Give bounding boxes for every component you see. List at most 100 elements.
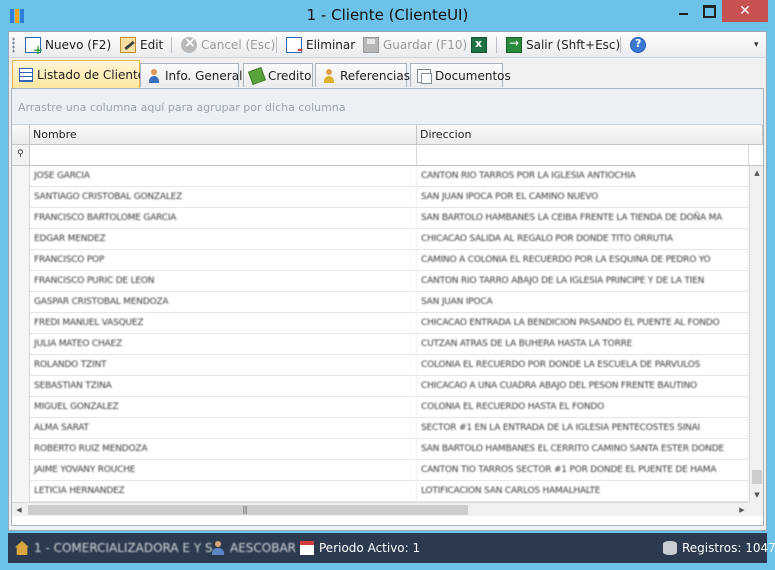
row-indicator[interactable] xyxy=(12,397,30,418)
help-button[interactable] xyxy=(630,35,650,55)
cell-direccion[interactable]: SAN BARTOLO HAMBANES LA CEIBA FRENTE LA … xyxy=(417,208,749,229)
cell-direccion[interactable]: CAMINO A COLONIA EL RECUERDO POR LA ESQU… xyxy=(417,250,749,271)
tab-credito[interactable]: Credito xyxy=(243,63,313,87)
table-row[interactable]: LETICIA HERNANDEZ LOTIFICACION SAN CARLOS… xyxy=(12,481,749,502)
row-indicator[interactable] xyxy=(12,334,30,355)
scroll-right-icon[interactable]: ▶ xyxy=(735,503,749,517)
cell-direccion[interactable]: CANTON RIO TARROS POR LA IGLESIA ANTIOCH… xyxy=(417,166,749,187)
tab-referencias[interactable]: Referencias xyxy=(315,63,410,87)
table-row[interactable]: JAIME YOVANY ROUCHE CANTON TIO TARROS SEC… xyxy=(12,460,749,481)
cell-direccion[interactable]: SAN JUAN IPOCA POR EL CAMINO NUEVO xyxy=(417,187,749,208)
column-header-direccion[interactable]: Direccion xyxy=(417,125,763,145)
row-indicator[interactable] xyxy=(12,208,30,229)
row-indicator[interactable] xyxy=(12,481,30,502)
toolbar-overflow-icon[interactable]: ▾ xyxy=(754,40,759,50)
row-indicator[interactable] xyxy=(12,187,30,208)
cell-direccion[interactable]: CHICACAO ENTRADA LA BENDICION PASANDO EL… xyxy=(417,313,749,334)
table-row[interactable]: EDGAR MENDEZ CHICACAO SALIDA AL REGALO PO… xyxy=(12,229,749,250)
cell-nombre[interactable]: ROLANDO TZINT xyxy=(30,355,417,376)
cell-direccion[interactable]: COLONIA EL RECUERDO POR DONDE LA ESCUELA… xyxy=(417,355,749,376)
cell-nombre[interactable]: JAIME YOVANY ROUCHE xyxy=(30,460,417,481)
auto-filter-row: ⚲ xyxy=(12,145,763,166)
table-row[interactable]: SANTIAGO CRISTOBAL GONZALEZ SAN JUAN IPOC… xyxy=(12,187,749,208)
row-indicator[interactable] xyxy=(12,376,30,397)
cell-nombre[interactable]: EDGAR MENDEZ xyxy=(30,229,417,250)
close-button[interactable]: ✕ xyxy=(722,0,768,22)
toolbar-grip[interactable] xyxy=(12,37,15,53)
row-indicator[interactable] xyxy=(12,166,30,187)
horizontal-scrollbar[interactable]: ◀ ||| ▶ xyxy=(12,502,749,516)
cell-nombre[interactable]: FREDI MANUEL VASQUEZ xyxy=(30,313,417,334)
row-indicator[interactable] xyxy=(12,418,30,439)
scroll-left-icon[interactable]: ◀ xyxy=(12,503,26,517)
vertical-scrollbar[interactable]: ▲ ▼ xyxy=(749,166,763,502)
horizontal-scroll-thumb[interactable] xyxy=(28,505,468,515)
row-indicator[interactable] xyxy=(12,292,30,313)
filter-input-direccion[interactable] xyxy=(417,145,749,165)
table-row[interactable]: ALMA SARAT SECTOR #1 EN LA ENTRADA DE LA … xyxy=(12,418,749,439)
cell-direccion[interactable]: CHICACAO SALIDA AL REGALO POR DONDE TITO… xyxy=(417,229,749,250)
table-row[interactable]: MIGUEL GONZALEZ COLONIA EL RECUERDO HASTA… xyxy=(12,397,749,418)
table-row[interactable]: FRANCISCO PURIC DE LEON CANTON RIO TARRO … xyxy=(12,271,749,292)
cell-nombre[interactable]: LETICIA HERNANDEZ xyxy=(30,481,417,502)
cell-direccion[interactable]: CHICACAO A UNA CUADRA ABAJO DEL PESON FR… xyxy=(417,376,749,397)
cell-nombre[interactable]: SEBASTIAN TZINA xyxy=(30,376,417,397)
cell-direccion[interactable]: SAN BARTOLO HAMBANES EL CERRITO CAMINO S… xyxy=(417,439,749,460)
cell-direccion[interactable]: SAN JUAN IPOCA xyxy=(417,292,749,313)
guardar-button[interactable]: Guardar (F10) xyxy=(363,35,467,55)
filter-input-nombre[interactable] xyxy=(30,145,417,165)
cell-nombre[interactable]: ALMA SARAT xyxy=(30,418,417,439)
cell-nombre[interactable]: FRANCISCO PURIC DE LEON xyxy=(30,271,417,292)
table-row[interactable]: JOSE GARCIA CANTON RIO TARROS POR LA IGLE… xyxy=(12,166,749,187)
row-indicator[interactable] xyxy=(12,439,30,460)
table-row[interactable]: FREDI MANUEL VASQUEZ CHICACAO ENTRADA LA … xyxy=(12,313,749,334)
salir-label: Salir (Shft+Esc) xyxy=(526,38,621,52)
export-excel-button[interactable] xyxy=(471,35,491,55)
cell-direccion[interactable]: COLONIA EL RECUERDO HASTA EL FONDO xyxy=(417,397,749,418)
scroll-up-icon[interactable]: ▲ xyxy=(750,166,764,180)
row-indicator[interactable] xyxy=(12,271,30,292)
row-indicator[interactable] xyxy=(12,313,30,334)
row-indicator[interactable] xyxy=(12,229,30,250)
cell-nombre[interactable]: JOSE GARCIA xyxy=(30,166,417,187)
maximize-button[interactable] xyxy=(696,0,722,22)
column-header-nombre[interactable]: Nombre xyxy=(30,125,417,145)
cell-direccion[interactable]: CANTON RIO TARRO ABAJO DE LA IGLESIA PRI… xyxy=(417,271,749,292)
table-row[interactable]: FRANCISCO POP CAMINO A COLONIA EL RECUERD… xyxy=(12,250,749,271)
minimize-button[interactable] xyxy=(670,0,696,22)
cell-direccion[interactable]: CANTON TIO TARROS SECTOR #1 POR DONDE EL… xyxy=(417,460,749,481)
vertical-scroll-thumb[interactable] xyxy=(752,470,762,484)
cell-direccion[interactable]: LOTIFICACION SAN CARLOS HAMALHALTE xyxy=(417,481,749,502)
table-row[interactable]: JULIA MATEO CHAEZ CUTZAN ATRAS DE LA BUHE… xyxy=(12,334,749,355)
table-row[interactable]: FRANCISCO BARTOLOME GARCIA SAN BARTOLO HA… xyxy=(12,208,749,229)
scrollbar-corner xyxy=(749,502,763,516)
table-row[interactable]: ROBERTO RUIZ MENDOZA SAN BARTOLO HAMBANES… xyxy=(12,439,749,460)
cell-nombre[interactable]: FRANCISCO POP xyxy=(30,250,417,271)
cell-nombre[interactable]: ROBERTO RUIZ MENDOZA xyxy=(30,439,417,460)
eliminar-button[interactable]: Eliminar xyxy=(286,35,355,58)
cancel-button[interactable]: Cancel (Esc) xyxy=(181,35,275,55)
row-indicator[interactable] xyxy=(12,460,30,481)
tab-label: Documentos xyxy=(435,68,511,83)
cell-nombre[interactable]: GASPAR CRISTOBAL MENDOZA xyxy=(30,292,417,313)
cell-nombre[interactable]: SANTIAGO CRISTOBAL GONZALEZ xyxy=(30,187,417,208)
cell-direccion[interactable]: CUTZAN ATRAS DE LA BUHERA HASTA LA TORRE xyxy=(417,334,749,355)
cell-nombre[interactable]: MIGUEL GONZALEZ xyxy=(30,397,417,418)
table-row[interactable]: GASPAR CRISTOBAL MENDOZA SAN JUAN IPOCA xyxy=(12,292,749,313)
tab-documentos[interactable]: Documentos xyxy=(410,63,511,87)
scroll-down-icon[interactable]: ▼ xyxy=(750,488,764,502)
group-by-panel[interactable]: Arrastre una columna aquí para agrupar p… xyxy=(12,89,763,125)
title-bar[interactable]: 1 - Cliente (ClienteUI) ✕ xyxy=(0,0,775,31)
table-row[interactable]: SEBASTIAN TZINA CHICACAO A UNA CUADRA ABA… xyxy=(12,376,749,397)
cell-nombre[interactable]: JULIA MATEO CHAEZ xyxy=(30,334,417,355)
cell-nombre[interactable]: FRANCISCO BARTOLOME GARCIA xyxy=(30,208,417,229)
table-row[interactable]: ROLANDO TZINT COLONIA EL RECUERDO POR DON… xyxy=(12,355,749,376)
edit-button[interactable]: Edit xyxy=(120,35,163,55)
tab-listado-clientes[interactable]: Listado de Clientes xyxy=(12,60,151,88)
salir-button[interactable]: Salir (Shft+Esc) xyxy=(506,35,620,55)
row-indicator[interactable] xyxy=(12,250,30,271)
nuevo-button[interactable]: Nuevo (F2) xyxy=(25,35,111,57)
row-indicator[interactable] xyxy=(12,355,30,376)
tab-info-general[interactable]: Info. General xyxy=(140,63,242,87)
cell-direccion[interactable]: SECTOR #1 EN LA ENTRADA DE LA IGLESIA PE… xyxy=(417,418,749,439)
